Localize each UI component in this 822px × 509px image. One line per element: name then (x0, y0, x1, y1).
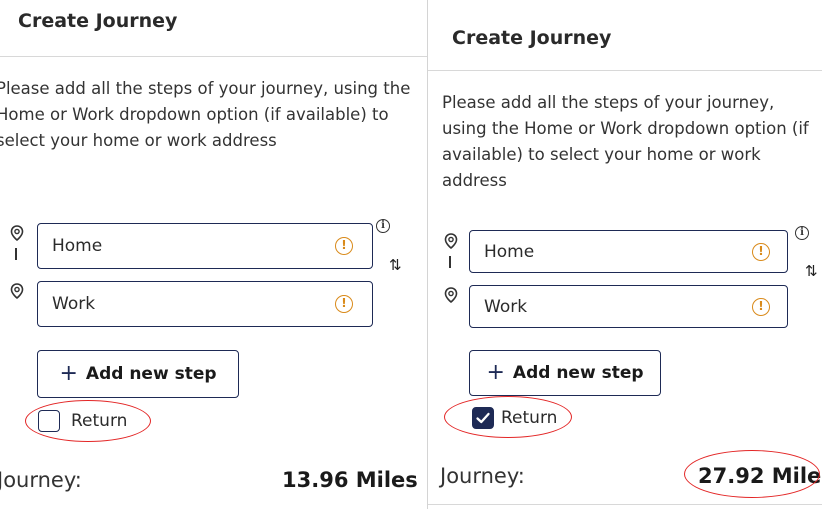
bottom-divider (428, 504, 822, 505)
annotation-circle (444, 396, 572, 438)
step-field-home[interactable]: Home ! (37, 223, 373, 269)
plus-icon: + (59, 361, 78, 386)
info-icon[interactable]: i (376, 219, 390, 233)
create-journey-panel-checked: Create Journey Please add all the steps … (428, 0, 822, 509)
step-connector (15, 248, 17, 260)
instructions-text: Please add all the steps of your journey… (0, 79, 411, 150)
annotation-circle (684, 450, 820, 498)
location-pin-icon (10, 283, 24, 300)
warning-circle-icon: ! (752, 297, 770, 316)
add-new-step-button[interactable]: + Add new step (469, 350, 661, 396)
add-new-step-label: Add new step (85, 364, 217, 384)
title-divider (428, 70, 822, 71)
annotation-circle (25, 400, 151, 442)
step-field-value: Home (52, 236, 103, 256)
page-title: Create Journey (452, 27, 612, 49)
step-field-work[interactable]: Work ! (37, 281, 373, 327)
step-field-value: Work (484, 296, 528, 317)
journey-label: Journey: (440, 464, 525, 488)
step-field-value: Home (484, 241, 535, 262)
add-new-step-button[interactable]: + Add new step (37, 350, 239, 398)
step-field-work[interactable]: Work ! (469, 285, 788, 328)
warning-circle-icon: ! (335, 295, 353, 313)
location-pin-icon (444, 233, 458, 250)
location-pin-icon (444, 287, 458, 304)
step-field-value: Work (52, 294, 96, 314)
swap-arrows-icon[interactable]: ⇅ (389, 256, 402, 274)
warning-circle-icon: ! (752, 242, 770, 261)
location-pin-icon (10, 225, 24, 242)
title-divider (0, 56, 428, 57)
add-new-step-label: Add new step (512, 363, 644, 383)
journey-label: Journey: (0, 468, 82, 492)
step-field-home[interactable]: Home ! (469, 230, 788, 273)
journey-distance: 13.96 Miles (282, 468, 418, 492)
warning-circle-icon: ! (335, 237, 353, 255)
swap-arrows-icon[interactable]: ⇅ (805, 262, 818, 280)
instructions-text: Please add all the steps of your journey… (442, 93, 809, 190)
plus-icon: + (486, 360, 505, 385)
info-icon[interactable]: i (795, 226, 809, 240)
step-connector (449, 256, 451, 268)
create-journey-panel-unchecked: Create Journey Please add all the steps … (0, 0, 428, 509)
page-title: Create Journey (18, 10, 178, 32)
